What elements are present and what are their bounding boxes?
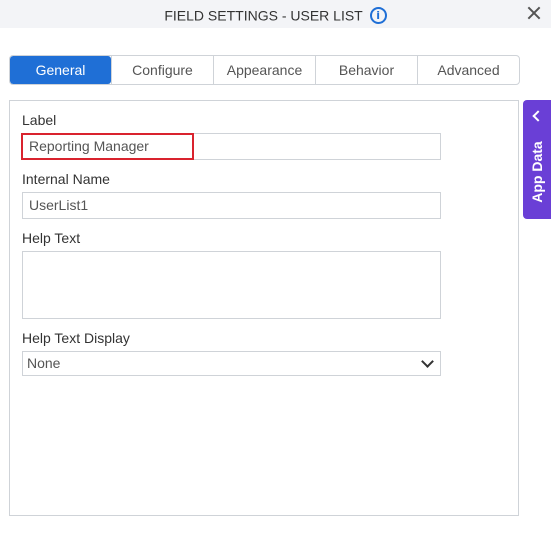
help-text-label: Help Text — [22, 230, 81, 246]
app-data-label: App Data — [529, 141, 545, 203]
help-text-display-label: Help Text Display — [22, 330, 130, 346]
dialog-title-row: FIELD SETTINGS - USER LIST i — [0, 6, 551, 24]
chevron-down-icon — [421, 355, 434, 368]
tab-appearance[interactable]: Appearance — [213, 56, 315, 84]
internal-name-input[interactable]: UserList1 — [22, 192, 441, 219]
label-field-label: Label — [22, 112, 57, 128]
tab-bar: General Configure Appearance Behavior Ad… — [9, 55, 520, 85]
help-text-display-value: None — [27, 355, 61, 371]
app-data-toggle[interactable]: App Data — [523, 100, 551, 219]
dialog-header: FIELD SETTINGS - USER LIST i — [0, 0, 551, 28]
tab-configure[interactable]: Configure — [111, 56, 213, 84]
dialog-title: FIELD SETTINGS - USER LIST — [164, 7, 363, 24]
tab-behavior[interactable]: Behavior — [315, 56, 417, 84]
tab-advanced[interactable]: Advanced — [417, 56, 519, 84]
label-input[interactable]: Reporting Manager — [22, 133, 441, 160]
help-text-textarea[interactable] — [22, 251, 441, 319]
chevron-left-icon — [532, 110, 544, 122]
info-icon[interactable]: i — [369, 6, 387, 24]
close-icon[interactable] — [525, 4, 543, 22]
internal-name-label: Internal Name — [22, 171, 110, 187]
help-text-display-select[interactable]: None — [22, 351, 441, 376]
tab-general[interactable]: General — [10, 56, 111, 84]
